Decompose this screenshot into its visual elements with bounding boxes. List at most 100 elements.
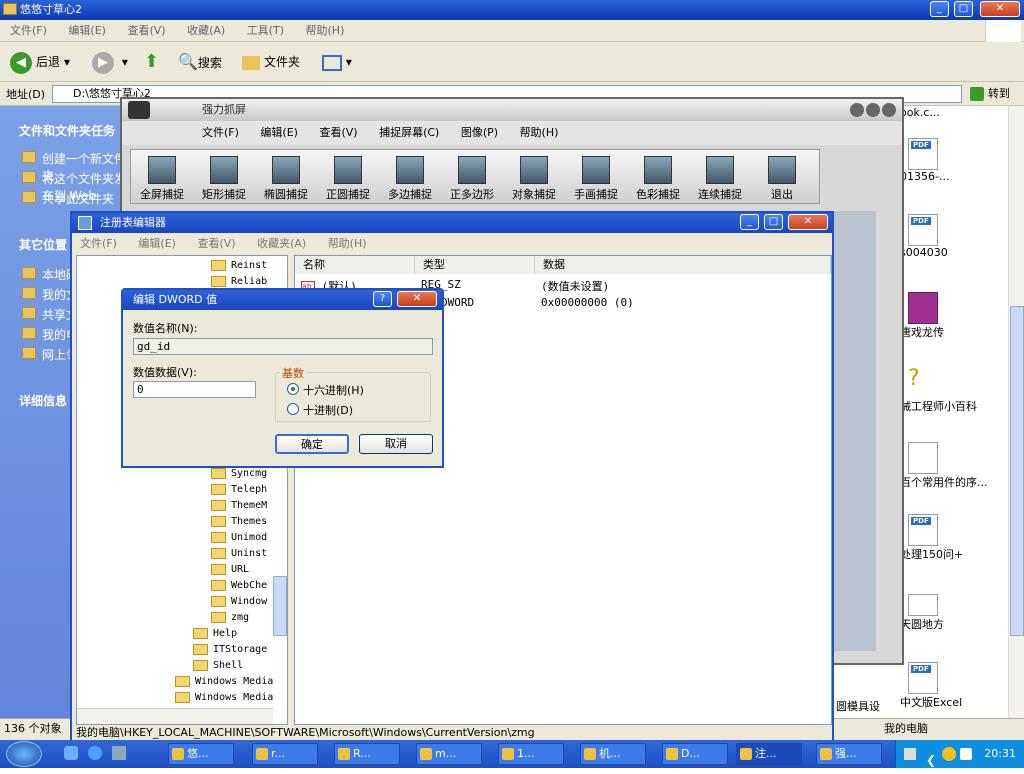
close-button[interactable]: ✕	[397, 291, 437, 307]
cap-menu-capture[interactable]: 捕捉屏幕(C)	[379, 126, 439, 139]
tool-polygon[interactable]: 多边捕捉	[379, 152, 441, 204]
menu-edit[interactable]: 编辑(E)	[68, 24, 106, 37]
task-button[interactable]: 机...	[580, 743, 646, 765]
ie-icon[interactable]	[88, 746, 102, 760]
minimize-button[interactable]: _	[930, 1, 949, 17]
cap-menu-image[interactable]: 图像(P)	[461, 126, 498, 139]
maximize-button[interactable]: □	[764, 214, 783, 230]
menu-file[interactable]: 文件(F)	[10, 24, 47, 37]
back-button[interactable]: ◀ 后退 ▾	[10, 50, 70, 74]
maximize-icon[interactable]	[866, 103, 880, 117]
file-item[interactable]: 天圆地方	[900, 594, 1008, 632]
minimize-button[interactable]: _	[740, 214, 759, 230]
tree-node[interactable]: Window	[211, 594, 267, 609]
tree-node[interactable]: Themes	[211, 514, 267, 529]
tool-color[interactable]: 色彩捕捉	[627, 152, 689, 204]
desktop-icon[interactable]	[112, 746, 126, 760]
cap-menu-help[interactable]: 帮助(H)	[520, 126, 559, 139]
reg-menu-view[interactable]: 查看(V)	[197, 237, 235, 250]
file-item[interactable]: ook.c...	[900, 106, 1008, 119]
reg-menu-edit[interactable]: 编辑(E)	[138, 237, 176, 250]
dialog-title-bar[interactable]: 编辑 DWORD 值 ? ✕	[123, 290, 442, 310]
tree-node-selected[interactable]: zmg	[211, 610, 249, 625]
tool-fullscreen[interactable]: 全屏捕捉	[131, 152, 193, 204]
cancel-button[interactable]: 取消	[359, 434, 433, 454]
tree-node[interactable]: Syncmg	[211, 466, 267, 481]
qq-icon[interactable]	[942, 747, 956, 761]
file-item[interactable]: PDF 处理150问+	[900, 514, 1008, 562]
task-share-folder[interactable]: 共享此文件夹	[22, 190, 114, 207]
cap-menu-file[interactable]: 文件(F)	[202, 126, 239, 139]
tree-node[interactable]: Windows Media	[175, 690, 273, 705]
ok-button[interactable]: 确定	[275, 434, 349, 454]
keyboard-icon[interactable]	[904, 748, 916, 760]
reg-menu-help[interactable]: 帮助(H)	[328, 237, 367, 250]
tree-node[interactable]: Reliab	[211, 274, 267, 289]
tool-rectangle[interactable]: 矩形捕捉	[193, 152, 255, 204]
tree-node[interactable]: Help	[193, 626, 237, 641]
scroll-thumb[interactable]	[1010, 306, 1024, 636]
close-button[interactable]: ✕	[788, 214, 828, 230]
column-type[interactable]: 类型	[415, 256, 535, 274]
tree-node[interactable]: WebChe	[211, 578, 267, 593]
tool-object[interactable]: 对象捕捉	[503, 152, 565, 204]
radio-decimal[interactable]: 十进制(D)	[287, 402, 353, 418]
menu-view[interactable]: 查看(V)	[127, 24, 165, 37]
task-button[interactable]: 1...	[498, 743, 564, 765]
radio-hex[interactable]: 十六进制(H)	[287, 382, 364, 398]
value-data-field[interactable]: 0	[133, 381, 256, 398]
file-item[interactable]: 圆模具设	[836, 664, 900, 718]
menu-tools[interactable]: 工具(T)	[247, 24, 284, 37]
task-button[interactable]: R...	[334, 743, 400, 765]
tree-node[interactable]: Uninst	[211, 546, 267, 561]
task-button[interactable]: r...	[252, 743, 318, 765]
tool-freehand[interactable]: 手画捕捉	[565, 152, 627, 204]
folders-button[interactable]: 文件夹	[242, 50, 300, 74]
explorer-scrollbar[interactable]	[1008, 106, 1024, 718]
quicklaunch-icon[interactable]	[64, 746, 78, 760]
file-item[interactable]: PDF 中文版Excel	[900, 662, 1008, 710]
task-button[interactable]: m...	[416, 743, 482, 765]
explorer-title-bar[interactable]: 悠悠寸草心2 _ □ ✕	[0, 0, 1024, 20]
tool-exit[interactable]: 退出	[751, 152, 813, 204]
task-button-active[interactable]: 注...	[736, 743, 802, 765]
value-name-field[interactable]: gd_id	[133, 338, 433, 355]
help-button[interactable]: ?	[373, 291, 392, 307]
task-button[interactable]: 悠...	[168, 743, 234, 765]
close-button[interactable]: ✕	[980, 1, 1020, 17]
file-item[interactable]: 百个常用件的序...	[900, 442, 1008, 490]
file-item[interactable]: ? 械工程师小百科	[900, 366, 1008, 414]
task-button[interactable]: 强...	[816, 743, 882, 765]
tool-ellipse[interactable]: 椭圆捕捉	[255, 152, 317, 204]
file-item[interactable]: PDF 01356-...	[900, 138, 1008, 183]
tree-node[interactable]: ThemeM	[211, 498, 267, 513]
forward-button[interactable]: ▶ ▾	[92, 50, 128, 74]
reg-menu-file[interactable]: 文件(F)	[80, 237, 117, 250]
column-data[interactable]: 数据	[535, 256, 831, 274]
close-icon[interactable]	[882, 103, 896, 117]
start-button[interactable]	[6, 741, 42, 767]
maximize-button[interactable]: □	[954, 1, 973, 17]
chevron-left-icon[interactable]: ❮	[926, 746, 936, 774]
reg-menu-favorites[interactable]: 收藏夹(A)	[257, 237, 306, 250]
tree-node[interactable]: Reinst	[211, 258, 267, 273]
cap-menu-view[interactable]: 查看(V)	[319, 126, 357, 139]
tree-hscrollbar[interactable]	[77, 708, 273, 724]
minimize-icon[interactable]	[850, 103, 864, 117]
goto-button[interactable]: 转到	[966, 85, 1022, 103]
views-button[interactable]: ▾	[322, 50, 352, 74]
tree-node[interactable]: URL	[211, 562, 249, 577]
tool-continuous[interactable]: 连续捕捉	[689, 152, 751, 204]
clock[interactable]: 20:31	[984, 747, 1016, 760]
up-folder-button[interactable]: ⬆	[144, 50, 159, 75]
regedit-title-bar[interactable]: 注册表编辑器 _ □ ✕	[72, 213, 832, 233]
tree-node[interactable]: Teleph	[211, 482, 267, 497]
volume-icon[interactable]	[960, 748, 972, 760]
tree-node[interactable]: ITStorage	[193, 642, 267, 657]
tool-regular-polygon[interactable]: 正多边形	[441, 152, 503, 204]
column-name[interactable]: 名称	[295, 256, 415, 274]
file-item[interactable]: PDF s004030	[900, 214, 1008, 259]
tree-node[interactable]: Windows Media	[175, 674, 273, 689]
tree-scrollbar-thumb[interactable]	[273, 576, 287, 636]
tree-node[interactable]: Unimod	[211, 530, 267, 545]
